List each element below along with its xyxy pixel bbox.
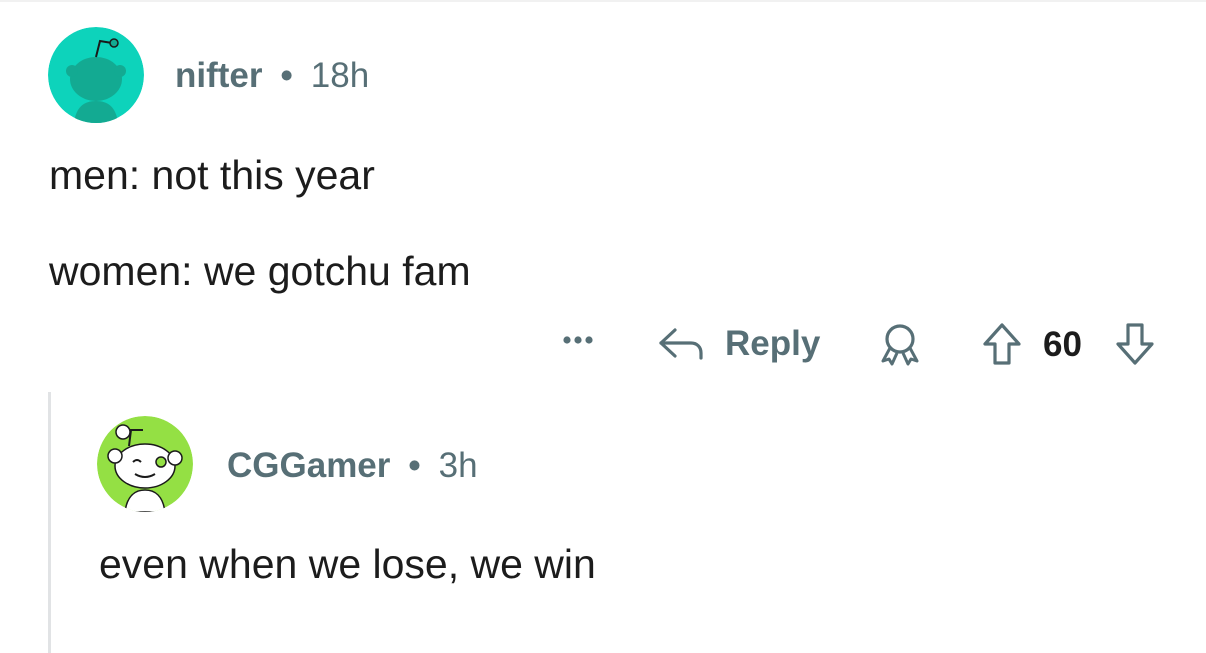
cggamer-comment-meta: CGGamer • 3h <box>227 446 478 486</box>
snoo-avatar-icon <box>48 27 144 123</box>
nifter-comment-meta: nifter • 18h <box>175 56 369 96</box>
downvote-arrow-icon[interactable] <box>1113 321 1157 372</box>
meta-separator: • <box>408 446 421 485</box>
meta-separator: • <box>280 56 293 95</box>
upvote-arrow-icon[interactable] <box>980 321 1024 372</box>
vote-score: 60 <box>1043 325 1082 364</box>
comment-body-line: men: not this year <box>49 152 375 198</box>
cggamer-avatar[interactable] <box>97 416 193 512</box>
reply-button[interactable]: Reply <box>725 324 820 364</box>
comment-body-line: women: we gotchu fam <box>49 248 471 294</box>
comment-timestamp: 18h <box>310 56 370 95</box>
snoo-avatar-icon <box>97 416 193 512</box>
author-name[interactable]: CGGamer <box>227 446 390 486</box>
comment-body-line: even when we lose, we win <box>99 541 596 587</box>
thread-collapse-line[interactable] <box>48 392 51 653</box>
more-dots-icon[interactable] <box>560 330 596 355</box>
comment-timestamp: 3h <box>438 446 478 485</box>
comment-action-bar: Reply 60 <box>560 318 1166 370</box>
top-divider <box>0 0 1206 2</box>
award-icon[interactable] <box>876 322 924 371</box>
author-name[interactable]: nifter <box>175 56 263 96</box>
reply-icon[interactable] <box>657 324 705 369</box>
nifter-avatar[interactable] <box>48 27 144 123</box>
